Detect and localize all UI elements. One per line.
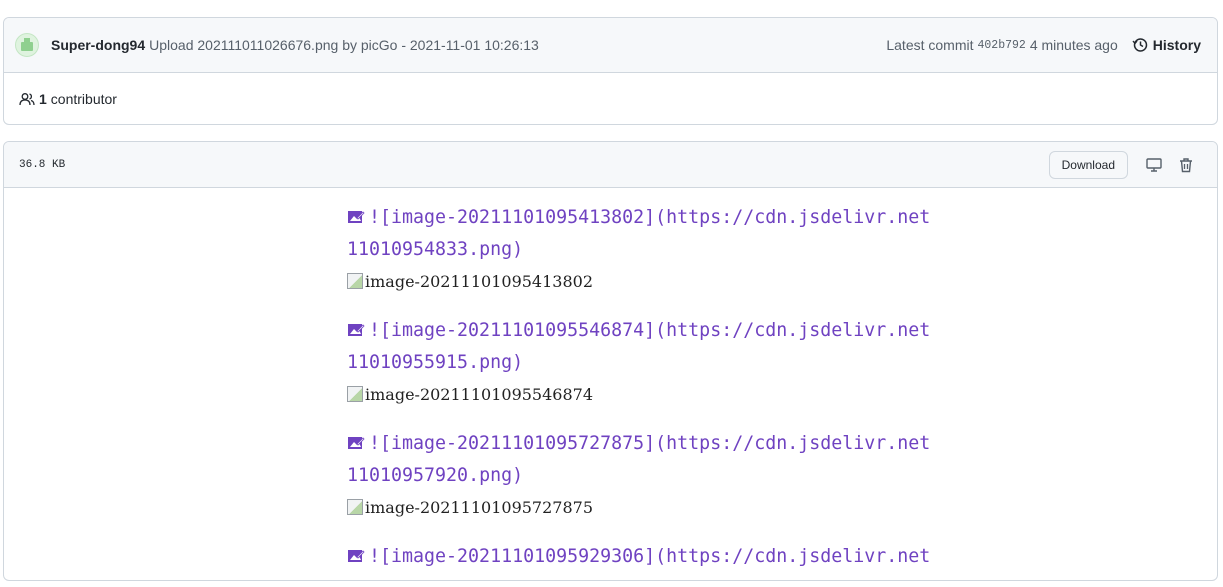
image-edit-icon (348, 437, 365, 449)
markdown-line[interactable]: ![image-20211101095727875](https://cdn.j… (347, 428, 955, 460)
markdown-text: ![image-20211101095929306](https://cdn.j… (369, 546, 931, 567)
image-alt-text: image-20211101095546874 (365, 384, 593, 404)
delete-file-button[interactable] (1170, 151, 1202, 179)
image-alt-text: image-20211101095413802 (365, 271, 593, 291)
commit-message[interactable]: Upload 202111011026676.png by picGo - 20… (149, 37, 539, 53)
file-content[interactable]: ![image-20211101095413802](https://cdn.j… (4, 188, 1217, 580)
commit-box: Super-dong94 Upload 202111011026676.png … (3, 17, 1218, 125)
markdown-line[interactable]: ![image-20211101095413802](https://cdn.j… (347, 202, 955, 234)
markdown-line-continued[interactable]: 11010957920.png) (347, 460, 955, 492)
history-icon (1132, 38, 1148, 52)
broken-image-icon (347, 386, 363, 402)
avatar[interactable] (15, 33, 39, 57)
history-label: History (1152, 37, 1201, 53)
people-icon (19, 93, 35, 106)
broken-image: image-20211101095546874 (347, 379, 955, 409)
broken-image: image-20211101095413802 (347, 266, 955, 296)
broken-image-icon (347, 499, 363, 515)
contributor-label: contributor (50, 91, 117, 107)
markdown-line-continued[interactable]: 11010954833.png) (347, 234, 955, 266)
file-size: 36.8 KB (19, 158, 66, 171)
download-button[interactable]: Download (1048, 150, 1128, 179)
markdown-line[interactable]: ![image-20211101095546874](https://cdn.j… (347, 315, 955, 347)
file-header: 36.8 KB Download (4, 142, 1217, 188)
markdown-entry: ![image-20211101095413802](https://cdn.j… (347, 202, 955, 296)
image-edit-icon (348, 550, 365, 562)
commit-author[interactable]: Super-dong94 (51, 37, 145, 53)
open-desktop-button[interactable] (1138, 151, 1170, 179)
latest-commit-label: Latest commit (886, 37, 974, 53)
markdown-entry: ![image-20211101095929306](https://cdn.j… (347, 541, 955, 573)
image-edit-icon (348, 324, 365, 336)
desktop-icon (1146, 157, 1162, 172)
image-alt-text: image-20211101095727875 (365, 497, 593, 517)
file-viewer: 36.8 KB Download ![image-202111010954138… (3, 141, 1218, 581)
markdown-line[interactable]: ![image-20211101095929306](https://cdn.j… (347, 541, 955, 573)
broken-image: image-20211101095727875 (347, 492, 955, 522)
markdown-entry: ![image-20211101095546874](https://cdn.j… (347, 315, 955, 409)
image-edit-icon (348, 211, 365, 223)
commit-time: 4 minutes ago (1029, 37, 1118, 53)
markdown-entry: ![image-20211101095727875](https://cdn.j… (347, 428, 955, 522)
contributor-count: 1 (39, 91, 47, 107)
latest-commit-row: Super-dong94 Upload 202111011026676.png … (4, 18, 1217, 73)
markdown-text: ![image-20211101095727875](https://cdn.j… (369, 433, 931, 454)
trash-icon (1180, 157, 1192, 172)
broken-image-icon (347, 273, 363, 289)
markdown-text: ![image-20211101095546874](https://cdn.j… (369, 320, 931, 341)
contributors-row[interactable]: 1 contributor (4, 73, 1217, 124)
markdown-text: ![image-20211101095413802](https://cdn.j… (369, 207, 931, 228)
history-button[interactable]: History (1132, 37, 1201, 53)
markdown-line-continued[interactable]: 11010955915.png) (347, 347, 955, 379)
commit-sha[interactable]: 402b792 (978, 39, 1026, 52)
